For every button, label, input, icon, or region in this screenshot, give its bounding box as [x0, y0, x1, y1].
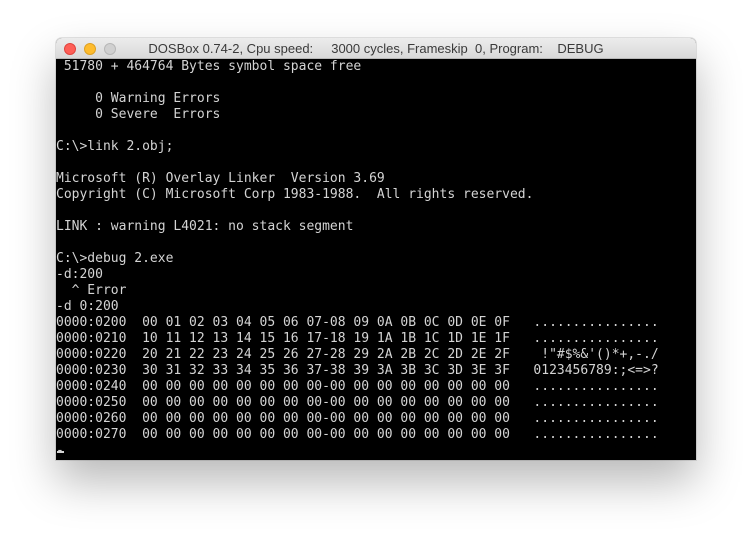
- console-line: 0 Severe Errors: [56, 107, 221, 122]
- console-line: 0000:0240 00 00 00 00 00 00 00 00-00 00 …: [56, 379, 659, 394]
- console-line: C:\>link 2.obj;: [56, 139, 174, 154]
- console-line: 0000:0270 00 00 00 00 00 00 00 00-00 00 …: [56, 427, 659, 442]
- text-cursor: [57, 451, 64, 453]
- console-line: ^ Error: [56, 283, 127, 298]
- console-line: -d 0:200: [56, 299, 119, 314]
- console-output: 51780 + 464764 Bytes symbol space free 0…: [56, 59, 659, 459]
- console-line: -: [56, 443, 659, 459]
- console-line: C:\>debug 2.exe: [56, 251, 174, 266]
- dos-console-screen[interactable]: 51780 + 464764 Bytes symbol space free 0…: [56, 59, 696, 460]
- console-line: 0000:0210 10 11 12 13 14 15 16 17-18 19 …: [56, 331, 659, 346]
- console-line: LINK : warning L4021: no stack segment: [56, 219, 354, 234]
- console-line: -d:200: [56, 267, 103, 282]
- window-title: DOSBox 0.74-2, Cpu speed: 3000 cycles, F…: [148, 41, 604, 56]
- console-line: 0 Warning Errors: [56, 91, 221, 106]
- console-line: 0000:0260 00 00 00 00 00 00 00 00-00 00 …: [56, 411, 659, 426]
- console-line: 0000:0220 20 21 22 23 24 25 26 27-28 29 …: [56, 347, 659, 362]
- console-line: 0000:0250 00 00 00 00 00 00 00 00-00 00 …: [56, 395, 659, 410]
- console-line: 0000:0230 30 31 32 33 34 35 36 37-38 39 …: [56, 363, 659, 378]
- console-line: 51780 + 464764 Bytes symbol space free: [56, 59, 362, 74]
- title-bar[interactable]: DOSBox 0.74-2, Cpu speed: 3000 cycles, F…: [56, 38, 696, 59]
- console-line: 0000:0200 00 01 02 03 04 05 06 07-08 09 …: [56, 315, 659, 330]
- dosbox-window: DOSBox 0.74-2, Cpu speed: 3000 cycles, F…: [56, 38, 696, 460]
- console-line: Microsoft (R) Overlay Linker Version 3.6…: [56, 171, 385, 186]
- console-line: Copyright (C) Microsoft Corp 1983-1988. …: [56, 187, 534, 202]
